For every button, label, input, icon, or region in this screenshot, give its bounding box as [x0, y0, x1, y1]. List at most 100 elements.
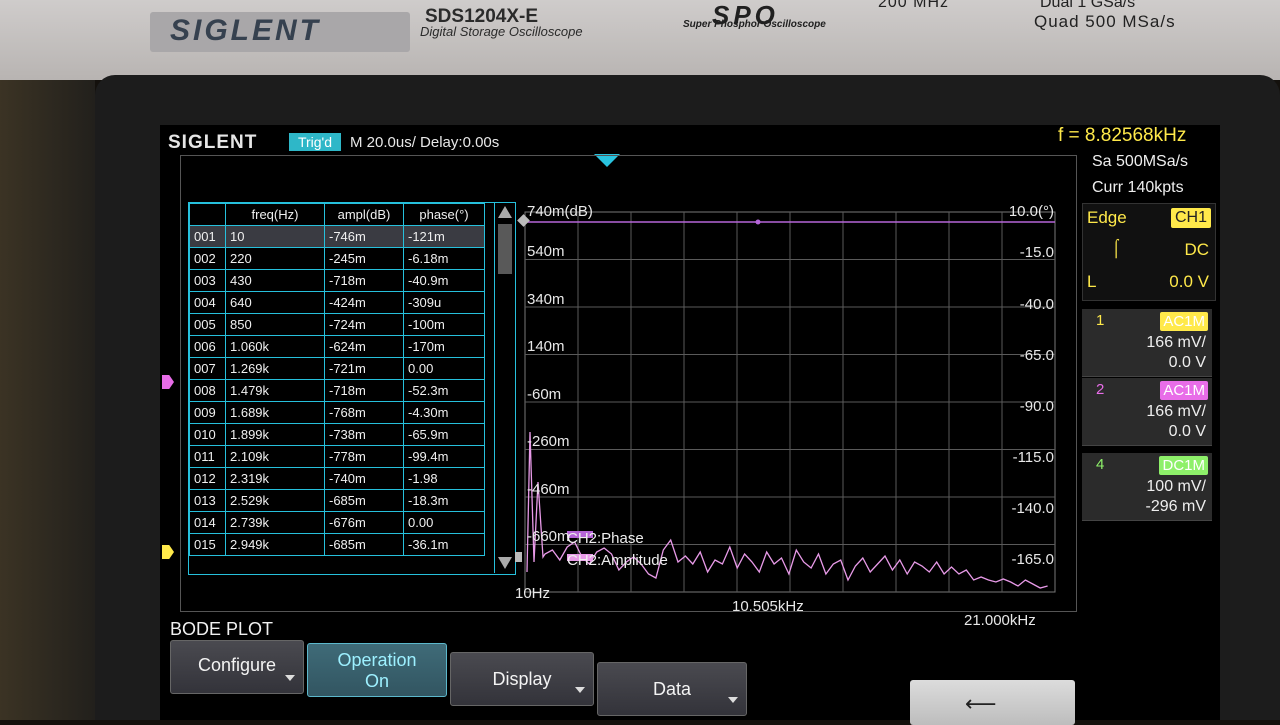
- operation-label: Operation: [337, 650, 417, 670]
- channel-coupling-badge: AC1M: [1160, 381, 1208, 400]
- row-index: 010: [189, 423, 226, 446]
- table-row[interactable]: 007 1.269k -721m 0.00: [189, 357, 485, 380]
- row-ampl: -738m: [324, 423, 404, 446]
- row-freq: 640: [225, 291, 325, 314]
- row-index: 006: [189, 335, 226, 358]
- table-row[interactable]: 004 640 -424m -309u: [189, 291, 485, 314]
- bandwidth-spec: 200 MHz: [878, 0, 950, 11]
- data-button[interactable]: Data: [597, 662, 747, 716]
- row-phase: -170m: [403, 335, 485, 358]
- rising-edge-icon: ⌠: [1111, 238, 1122, 257]
- table-row[interactable]: 014 2.739k -676m 0.00: [189, 511, 485, 534]
- trigger-info-panel[interactable]: Edge CH1 ⌠ DC L 0.0 V: [1082, 203, 1216, 301]
- row-freq: 430: [225, 269, 325, 292]
- channel-2-panel[interactable]: 2 AC1M 166 mV/ 0.0 V: [1082, 378, 1212, 446]
- table-row[interactable]: 012 2.319k -740m -1.98: [189, 467, 485, 490]
- row-index: 008: [189, 379, 226, 402]
- x-axis-label-end: 21.000kHz: [964, 612, 1036, 629]
- row-index: 013: [189, 489, 226, 512]
- legend-phase: CH2:Phase: [567, 530, 644, 547]
- table-row[interactable]: 002 220 -245m -6.18m: [189, 247, 485, 270]
- row-freq: 220: [225, 247, 325, 270]
- row-phase: -6.18m: [403, 247, 485, 270]
- col-header-phase: phase(°): [403, 203, 485, 226]
- row-ampl: -424m: [324, 291, 404, 314]
- row-freq: 1.689k: [225, 401, 325, 424]
- row-ampl: -768m: [324, 401, 404, 424]
- row-phase: -121m: [403, 225, 485, 248]
- table-row[interactable]: 009 1.689k -768m -4.30m: [189, 401, 485, 424]
- scroll-thumb[interactable]: [498, 224, 512, 274]
- channel-1-panel[interactable]: 1 AC1M 166 mV/ 0.0 V: [1082, 309, 1212, 377]
- trigger-coupling: DC: [1184, 240, 1209, 259]
- configure-button[interactable]: Configure: [170, 640, 304, 694]
- phase-axis-label: -115.0: [1012, 449, 1054, 466]
- row-freq: 2.739k: [225, 511, 325, 534]
- scroll-down-icon[interactable]: [498, 557, 512, 569]
- phase-axis-label: -15.0: [1019, 244, 1054, 261]
- scroll-up-icon[interactable]: [498, 206, 512, 218]
- row-ampl: -740m: [324, 467, 404, 490]
- phase-axis-label: -140.0: [1011, 500, 1054, 517]
- row-index: 002: [189, 247, 226, 270]
- row-ampl: -624m: [324, 335, 404, 358]
- menu-title: BODE PLOT: [170, 619, 274, 639]
- row-index: 015: [189, 533, 226, 556]
- amp-axis-label: -260m: [527, 433, 570, 450]
- row-ampl: -721m: [324, 357, 404, 380]
- row-ampl: -685m: [324, 533, 404, 556]
- amp-axis-label: 740m(dB): [527, 203, 593, 220]
- channel-scale: 166 mV/: [1146, 403, 1206, 420]
- channel-4-panel[interactable]: 4 DC1M 100 mV/ -296 mV: [1082, 453, 1212, 521]
- table-header-row: freq(Hz) ampl(dB) phase(°): [189, 203, 485, 226]
- operation-toggle-button[interactable]: Operation On: [307, 643, 447, 697]
- row-phase: -309u: [403, 291, 485, 314]
- channel-offset: 0.0 V: [1168, 423, 1206, 440]
- row-phase: 0.00: [403, 357, 485, 380]
- row-phase: -1.98: [403, 467, 485, 490]
- row-freq: 2.529k: [225, 489, 325, 512]
- bode-data-table: freq(Hz) ampl(dB) phase(°) 001 10 -746m -12…: [188, 202, 516, 575]
- table-row[interactable]: 005 850 -724m -100m: [189, 313, 485, 336]
- brand-logo: SIGLENT: [170, 14, 322, 47]
- table-row[interactable]: 006 1.060k -624m -170m: [189, 335, 485, 358]
- delay-value: Delay:0.00s: [420, 134, 500, 151]
- sample-rate: Sa 500MSa/s: [1092, 153, 1189, 170]
- bode-plot: 740m(dB) 540m 340m 140m -60m -260m -460m…: [515, 202, 1058, 602]
- table-row[interactable]: 003 430 -718m -40.9m: [189, 269, 485, 292]
- row-index: 012: [189, 467, 226, 490]
- row-freq: 1.899k: [225, 423, 325, 446]
- channel-coupling-badge: DC1M: [1159, 456, 1208, 475]
- back-button[interactable]: ⟵: [910, 680, 1075, 725]
- table-scrollbar[interactable]: [494, 202, 515, 573]
- row-freq: 2.319k: [225, 467, 325, 490]
- table-row[interactable]: 010 1.899k -738m -65.9m: [189, 423, 485, 446]
- amp-axis-label: 540m: [527, 243, 565, 260]
- table-row[interactable]: 008 1.479k -718m -52.3m: [189, 379, 485, 402]
- table-row[interactable]: 001 10 -746m -121m: [189, 225, 485, 248]
- row-index: 001: [189, 225, 226, 248]
- row-ampl: -718m: [324, 269, 404, 292]
- sample-spec-dual: Dual 1 GSa/s: [1040, 0, 1136, 11]
- row-ampl: -676m: [324, 511, 404, 534]
- row-phase: -36.1m: [403, 533, 485, 556]
- table-row[interactable]: 015 2.949k -685m -36.1m: [189, 533, 485, 556]
- row-index: 009: [189, 401, 226, 424]
- row-freq: 1.479k: [225, 379, 325, 402]
- trigger-status-badge: Trig'd: [289, 133, 341, 151]
- amp-axis-label: 140m: [527, 338, 565, 355]
- row-phase: -40.9m: [403, 269, 485, 292]
- phase-axis-label: -40.0: [1019, 296, 1054, 313]
- row-phase: -4.30m: [403, 401, 485, 424]
- row-phase: -52.3m: [403, 379, 485, 402]
- table-row[interactable]: 011 2.109k -778m -99.4m: [189, 445, 485, 468]
- trigger-level: 0.0 V: [1169, 272, 1209, 291]
- table-row[interactable]: 013 2.529k -685m -18.3m: [189, 489, 485, 512]
- amp-axis-label: -660m: [527, 528, 570, 545]
- display-button[interactable]: Display: [450, 652, 594, 706]
- channel-offset: 0.0 V: [1168, 354, 1206, 371]
- row-freq: 1.060k: [225, 335, 325, 358]
- row-index: 014: [189, 511, 226, 534]
- row-freq: 2.109k: [225, 445, 325, 468]
- row-ampl: -245m: [324, 247, 404, 270]
